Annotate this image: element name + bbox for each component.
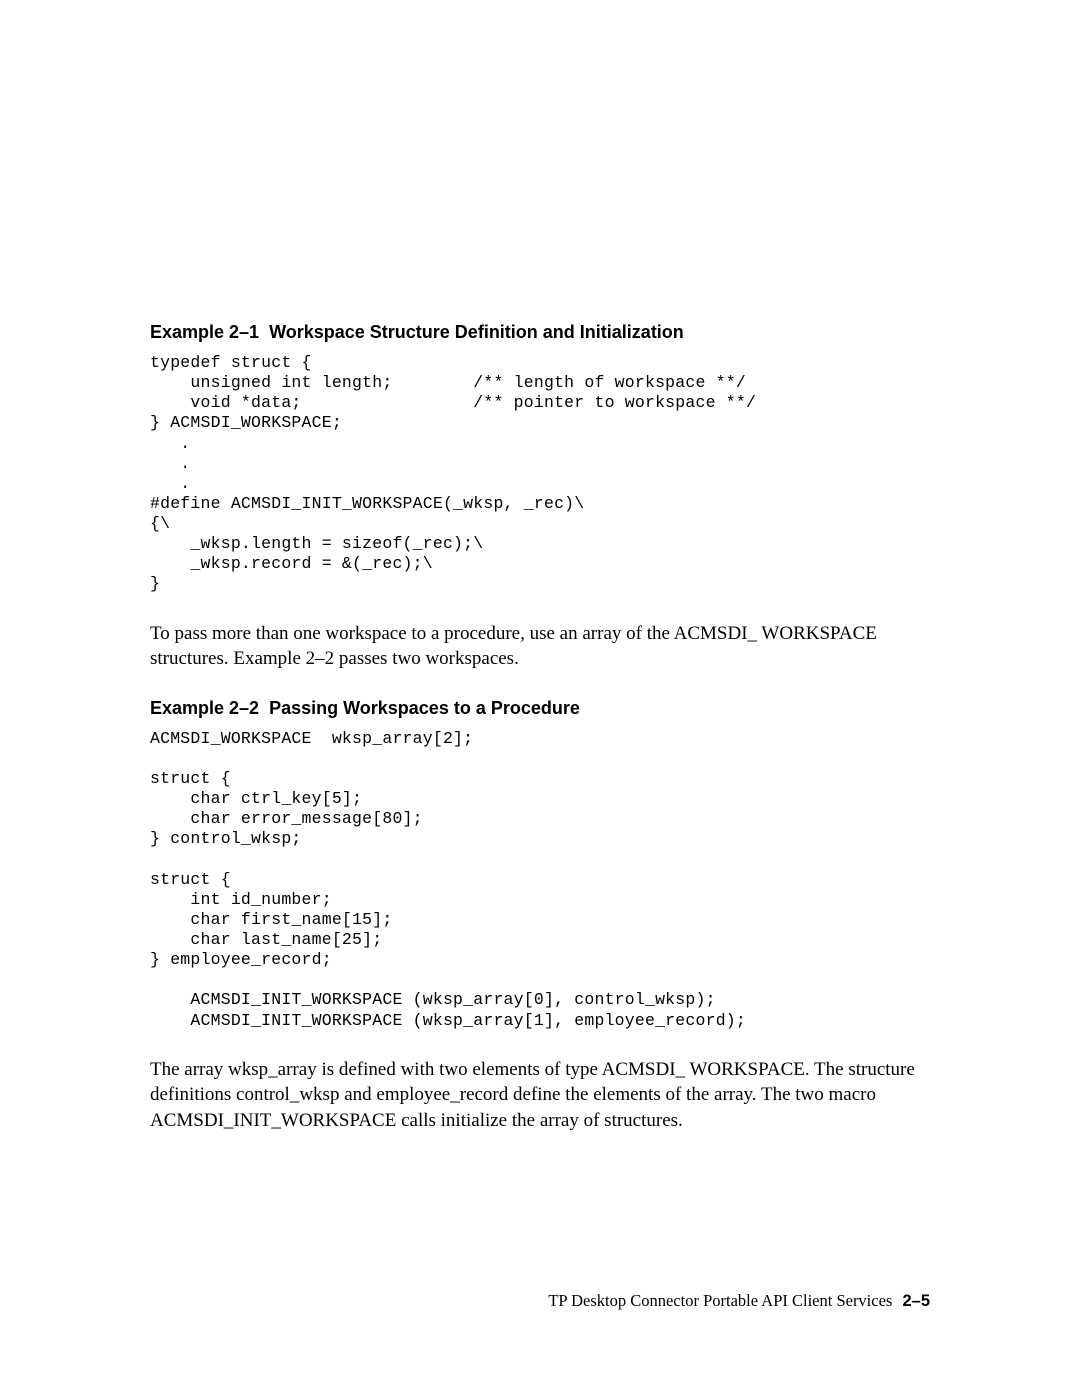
example-2-1-title: Example 2–1 Workspace Structure Definitio… — [150, 322, 930, 343]
example-2-1-code: typedef struct { unsigned int length; /*… — [150, 353, 930, 595]
page-footer: TP Desktop Connector Portable API Client… — [548, 1291, 930, 1311]
paragraph-1: To pass more than one workspace to a pro… — [150, 621, 930, 672]
page-content: Example 2–1 Workspace Structure Definitio… — [0, 0, 1080, 1134]
example-title-text: Passing Workspaces to a Procedure — [269, 698, 580, 718]
example-number: Example 2–1 — [150, 322, 259, 342]
footer-label: TP Desktop Connector Portable API Client… — [548, 1291, 892, 1310]
paragraph-2: The array wksp_array is defined with two… — [150, 1057, 930, 1134]
example-2-2-title: Example 2–2 Passing Workspaces to a Proce… — [150, 698, 930, 719]
example-number: Example 2–2 — [150, 698, 259, 718]
footer-page-number: 2–5 — [902, 1292, 930, 1310]
example-title-text: Workspace Structure Definition and Initi… — [269, 322, 684, 342]
example-2-2-code: ACMSDI_WORKSPACE wksp_array[2]; struct {… — [150, 729, 930, 1031]
